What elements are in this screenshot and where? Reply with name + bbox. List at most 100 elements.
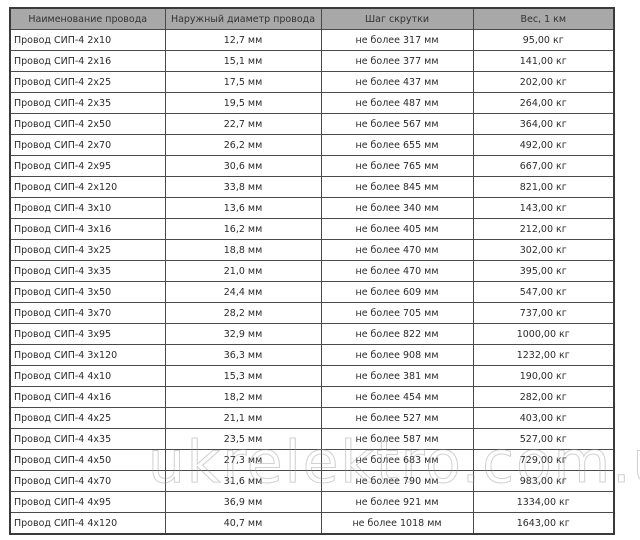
cell-weight: 667,00 кг [472, 155, 615, 177]
cell-outer-diameter: 19,5 мм [164, 92, 322, 114]
table-row: Провод СИП-4 4х35 23,5 мм не более 587 мм 5… [9, 428, 615, 450]
table-body: Провод СИП-4 2х10 12,7 мм не более 317 мм 9… [9, 29, 615, 535]
table-row: Провод СИП-4 2х95 30,6 мм не более 765 мм 6… [9, 155, 615, 177]
cell-weight: 821,00 кг [472, 176, 615, 198]
cell-wire-name: Провод СИП-4 3х10 [9, 197, 166, 219]
cell-outer-diameter: 36,9 мм [164, 491, 322, 513]
cell-wire-name: Провод СИП-4 2х70 [9, 134, 166, 156]
cell-twist-pitch: не более 655 мм [320, 134, 474, 156]
cell-wire-name: Провод СИП-4 4х120 [9, 512, 166, 535]
table-row: Провод СИП-4 4х25 21,1 мм не более 527 мм 4… [9, 407, 615, 429]
cell-outer-diameter: 28,2 мм [164, 302, 322, 324]
table-row: Провод СИП-4 3х95 32,9 мм не более 822 мм 1… [9, 323, 615, 345]
cell-wire-name: Провод СИП-4 3х35 [9, 260, 166, 282]
cell-outer-diameter: 15,1 мм [164, 50, 322, 72]
table-row: Провод СИП-4 2х10 12,7 мм не более 317 мм 9… [9, 29, 615, 51]
cell-wire-name: Провод СИП-4 4х70 [9, 470, 166, 492]
cell-twist-pitch: не более 765 мм [320, 155, 474, 177]
table-row: Провод СИП-4 3х16 16,2 мм не более 405 мм 2… [9, 218, 615, 240]
table-row: Провод СИП-4 3х35 21,0 мм не более 470 мм 3… [9, 260, 615, 282]
table-row: Провод СИП-4 2х16 15,1 мм не более 377 мм 1… [9, 50, 615, 72]
cell-wire-name: Провод СИП-4 3х70 [9, 302, 166, 324]
cell-twist-pitch: не более 437 мм [320, 71, 474, 93]
table-row: Провод СИП-4 2х35 19,5 мм не более 487 мм 2… [9, 92, 615, 114]
cell-weight: 403,00 кг [472, 407, 615, 429]
cell-twist-pitch: не более 454 мм [320, 386, 474, 408]
cell-twist-pitch: не более 705 мм [320, 302, 474, 324]
cell-wire-name: Провод СИП-4 3х95 [9, 323, 166, 345]
cell-outer-diameter: 27,3 мм [164, 449, 322, 471]
table-row: Провод СИП-4 3х50 24,4 мм не более 609 мм 5… [9, 281, 615, 303]
cell-twist-pitch: не более 609 мм [320, 281, 474, 303]
cell-weight: 364,00 кг [472, 113, 615, 135]
cell-wire-name: Провод СИП-4 3х25 [9, 239, 166, 261]
cell-twist-pitch: не более 683 мм [320, 449, 474, 471]
cell-twist-pitch: не более 921 мм [320, 491, 474, 513]
cell-weight: 95,00 кг [472, 29, 615, 51]
cell-weight: 141,00 кг [472, 50, 615, 72]
table-row: Провод СИП-4 4х95 36,9 мм не более 921 мм 1… [9, 491, 615, 513]
table-row: Провод СИП-4 2х70 26,2 мм не более 655 мм 4… [9, 134, 615, 156]
cell-twist-pitch: не более 377 мм [320, 50, 474, 72]
cell-outer-diameter: 18,2 мм [164, 386, 322, 408]
cell-twist-pitch: не более 790 мм [320, 470, 474, 492]
cell-weight: 282,00 кг [472, 386, 615, 408]
cell-outer-diameter: 23,5 мм [164, 428, 322, 450]
cell-wire-name: Провод СИП-4 2х35 [9, 92, 166, 114]
spec-table-container: Наименование провода Наружный диаметр пр… [9, 7, 615, 535]
cell-twist-pitch: не более 487 мм [320, 92, 474, 114]
table-row: Провод СИП-4 2х25 17,5 мм не более 437 мм 2… [9, 71, 615, 93]
table-row: Провод СИП-4 2х50 22,7 мм не более 567 мм 3… [9, 113, 615, 135]
table-row: Провод СИП-4 4х10 15,3 мм не более 381 мм 1… [9, 365, 615, 387]
cell-outer-diameter: 40,7 мм [164, 512, 322, 535]
cell-outer-diameter: 26,2 мм [164, 134, 322, 156]
cell-weight: 1000,00 кг [472, 323, 615, 345]
cell-wire-name: Провод СИП-4 4х35 [9, 428, 166, 450]
cell-weight: 1334,00 кг [472, 491, 615, 513]
cell-weight: 190,00 кг [472, 365, 615, 387]
cell-wire-name: Провод СИП-4 3х50 [9, 281, 166, 303]
cell-wire-name: Провод СИП-4 2х10 [9, 29, 166, 51]
header-weight-per-km: Вес, 1 км [472, 7, 615, 30]
cell-outer-diameter: 24,4 мм [164, 281, 322, 303]
cell-weight: 547,00 кг [472, 281, 615, 303]
cell-outer-diameter: 31,6 мм [164, 470, 322, 492]
cell-outer-diameter: 33,8 мм [164, 176, 322, 198]
cell-outer-diameter: 16,2 мм [164, 218, 322, 240]
cell-twist-pitch: не более 317 мм [320, 29, 474, 51]
cell-twist-pitch: не более 470 мм [320, 260, 474, 282]
header-twist-pitch: Шаг скрутки [320, 7, 474, 30]
cell-twist-pitch: не более 340 мм [320, 197, 474, 219]
cell-twist-pitch: не более 470 мм [320, 239, 474, 261]
sip4-spec-table: Наименование провода Наружный диаметр пр… [9, 7, 615, 535]
cell-wire-name: Провод СИП-4 4х50 [9, 449, 166, 471]
cell-weight: 737,00 кг [472, 302, 615, 324]
cell-weight: 983,00 кг [472, 470, 615, 492]
cell-wire-name: Провод СИП-4 3х16 [9, 218, 166, 240]
cell-twist-pitch: не более 405 мм [320, 218, 474, 240]
cell-weight: 527,00 кг [472, 428, 615, 450]
cell-wire-name: Провод СИП-4 4х10 [9, 365, 166, 387]
cell-wire-name: Провод СИП-4 2х120 [9, 176, 166, 198]
cell-wire-name: Провод СИП-4 3х120 [9, 344, 166, 366]
cell-outer-diameter: 22,7 мм [164, 113, 322, 135]
cell-outer-diameter: 21,0 мм [164, 260, 322, 282]
table-row: Провод СИП-4 3х25 18,8 мм не более 470 мм 3… [9, 239, 615, 261]
cell-weight: 302,00 кг [472, 239, 615, 261]
cell-weight: 1643,00 кг [472, 512, 615, 535]
cell-weight: 395,00 кг [472, 260, 615, 282]
cell-outer-diameter: 17,5 мм [164, 71, 322, 93]
cell-twist-pitch: не более 527 мм [320, 407, 474, 429]
table-row: Провод СИП-4 4х16 18,2 мм не более 454 мм 2… [9, 386, 615, 408]
cell-outer-diameter: 32,9 мм [164, 323, 322, 345]
cell-outer-diameter: 21,1 мм [164, 407, 322, 429]
header-outer-diameter: Наружный диаметр провода [164, 7, 322, 30]
table-row: Провод СИП-4 2х120 33,8 мм не более 845 мм… [9, 176, 615, 198]
cell-twist-pitch: не более 822 мм [320, 323, 474, 345]
header-wire-name: Наименование провода [9, 7, 166, 30]
cell-twist-pitch: не более 845 мм [320, 176, 474, 198]
cell-outer-diameter: 30,6 мм [164, 155, 322, 177]
cell-twist-pitch: не более 567 мм [320, 113, 474, 135]
cell-outer-diameter: 18,8 мм [164, 239, 322, 261]
cell-weight: 202,00 кг [472, 71, 615, 93]
